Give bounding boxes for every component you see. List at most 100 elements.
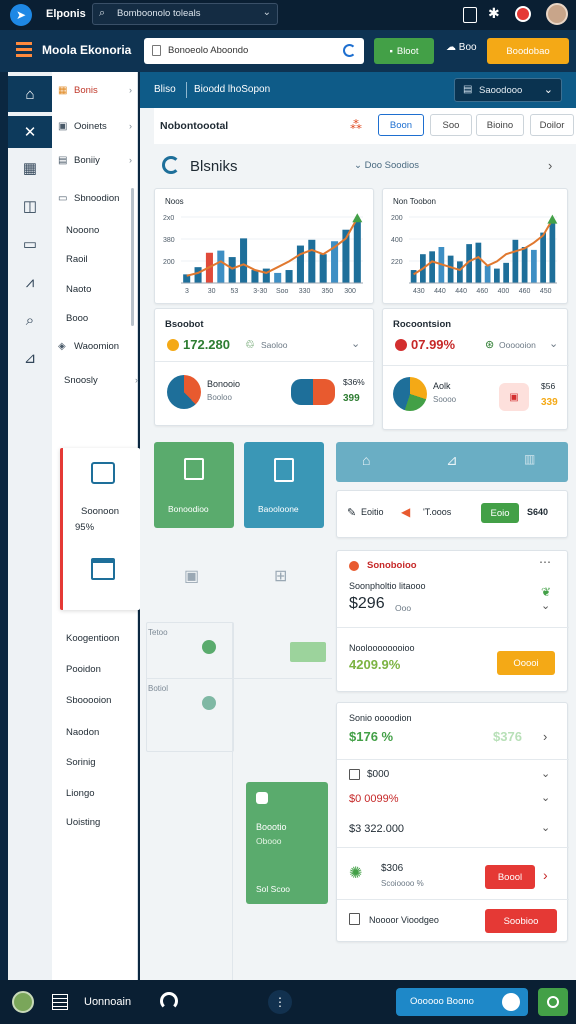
stat-card-right: Rocoontsion 07.99% ⊛ Oooooion ⌄ Aolk Soo… xyxy=(382,308,569,430)
chevron-right-icon[interactable]: › xyxy=(543,867,548,883)
sidebar-promo-card[interactable]: Soonoon 95% xyxy=(60,448,140,610)
more-vertical-icon[interactable]: ⋮ xyxy=(268,990,292,1014)
chevron-down-icon[interactable]: ⌄ xyxy=(541,791,550,804)
loader-icon xyxy=(162,156,180,174)
tab-action-label: Eoio xyxy=(490,507,510,519)
panel1-title: Sonoboioo xyxy=(367,560,417,571)
sidebar-footer-item[interactable]: Uoisting xyxy=(66,812,144,832)
header-green-button[interactable]: ▪ Bloot xyxy=(374,38,434,64)
file-icon xyxy=(152,45,161,56)
user-avatar[interactable] xyxy=(12,991,34,1013)
sidebar-footer-item[interactable]: Liongo xyxy=(66,783,144,803)
check-circle-icon[interactable] xyxy=(538,988,568,1016)
filter-chip[interactable]: Soo xyxy=(430,114,472,136)
info-icon[interactable] xyxy=(202,696,216,710)
header-cloud-label[interactable]: ☁ Boo xyxy=(446,42,477,53)
filter-chip-active[interactable]: Boon xyxy=(378,114,424,136)
tile-blue[interactable]: Baooloone xyxy=(244,442,324,528)
refresh-icon[interactable] xyxy=(343,44,356,57)
trend-arrow xyxy=(352,213,363,223)
sidebar-footer-item[interactable]: Pooidon xyxy=(66,659,144,679)
menu-icon[interactable] xyxy=(16,42,32,58)
home-icon[interactable]: ⌂ xyxy=(8,76,52,112)
panel1-button[interactable]: Ooooi xyxy=(497,651,555,675)
sidebar-item-naoto[interactable]: Naoto xyxy=(66,279,144,299)
box-icon[interactable]: ◫ xyxy=(16,192,44,220)
breadcrumb-root[interactable]: Bliso xyxy=(154,84,176,95)
sidebar-item-waoomion[interactable]: ◈ Waoomion xyxy=(58,336,136,356)
list-tag-1: Tetoo xyxy=(148,628,168,637)
breadcrumb-current[interactable]: Bioodd lhoSopon xyxy=(194,84,270,95)
divider xyxy=(337,759,569,760)
top-search-input[interactable]: ⌕ Bomboonolo toleals ⌄ xyxy=(92,3,278,25)
view-select[interactable]: ▤ Saoodooo ⌄ xyxy=(454,78,562,102)
x-tick-label: 440 xyxy=(455,288,467,295)
search-icon[interactable]: ⌕ xyxy=(16,306,44,334)
panel1-amount-tag: Ooo xyxy=(395,603,412,613)
chevron-down-icon[interactable]: ⌄ xyxy=(351,337,360,350)
chevron-right-icon[interactable]: › xyxy=(543,729,547,744)
filter-chip[interactable]: Doilor xyxy=(530,114,574,136)
sidebar-item-label: Nooono xyxy=(66,224,100,236)
chart-icon[interactable]: ⩘ xyxy=(16,268,44,296)
settings-icon[interactable] xyxy=(160,992,178,1010)
sidebar-item-snoosly[interactable]: Snoosly › xyxy=(64,370,142,390)
tab-label-2[interactable]: 'T.ooos xyxy=(423,507,451,517)
table-icon[interactable] xyxy=(52,994,68,1010)
sidebar-footer-item[interactable]: Sbooooion xyxy=(66,690,144,710)
tab-label-1[interactable]: Eoitio xyxy=(361,507,384,517)
panel2-row5-button[interactable]: Soobioo xyxy=(485,909,557,933)
chevron-down-icon[interactable]: ⌄ xyxy=(541,599,550,612)
sidebar-item-bonis[interactable]: ▦ Bonis › xyxy=(58,80,136,100)
sidebar-item-sbnoodion[interactable]: ▭ Sbnoodion xyxy=(58,188,136,208)
sidebar-footer-item[interactable]: Naodon xyxy=(66,722,144,742)
record-icon[interactable] xyxy=(515,6,531,22)
sidebar-item-nooono[interactable]: Nooono xyxy=(66,220,144,240)
bottom-action-button[interactable]: Oooooo Boono xyxy=(396,988,528,1016)
toggle-pill-left[interactable] xyxy=(291,379,335,405)
check-icon[interactable] xyxy=(202,640,216,654)
chevron-down-icon[interactable]: ⌄ xyxy=(541,767,550,780)
chart-bar xyxy=(531,249,537,283)
more-icon[interactable]: ⋯ xyxy=(539,555,551,569)
header-search-input[interactable]: Bonoeolo Aboondo xyxy=(144,38,364,64)
green-summary-card[interactable]: Boootio Obooo Sol Scoo xyxy=(246,782,328,904)
app-logo-icon[interactable]: ➤ xyxy=(10,4,32,26)
sidebar-item-boniiy[interactable]: ▤ Boniiy › xyxy=(58,150,136,170)
sidebar-footer-item[interactable]: Koogentioon xyxy=(66,628,144,648)
tab-action-button[interactable]: Eoio xyxy=(481,503,519,523)
user-avatar[interactable] xyxy=(546,3,568,25)
chart-bar xyxy=(251,270,259,283)
donut-chart-left xyxy=(167,375,201,409)
search-icon: ⌕ xyxy=(99,7,106,19)
chevron-right-icon: › xyxy=(135,375,138,385)
tile-wide[interactable]: ⌂ ⊿ ▥ xyxy=(336,442,568,482)
document-icon[interactable]: ▭ xyxy=(16,230,44,258)
sidebar-item-ooinets[interactable]: ▣ Ooinets › xyxy=(58,116,136,136)
coupon-badge[interactable]: ▣ xyxy=(499,383,529,411)
sidebar-footer-item[interactable]: Sorinig xyxy=(66,752,144,772)
chevron-right-icon[interactable]: › xyxy=(548,158,552,173)
puzzle-icon[interactable]: ✱ xyxy=(488,5,500,22)
row-highlight[interactable] xyxy=(290,642,326,662)
panel2-row4-button[interactable]: Boool xyxy=(485,865,535,889)
x-tick-label: 300 xyxy=(344,288,356,295)
shuffle-icon[interactable]: ✕ xyxy=(8,116,52,148)
section-link[interactable]: ⌄ Doo Soodios xyxy=(354,160,419,171)
filter-chip[interactable]: Bioino xyxy=(476,114,524,136)
analytics-icon[interactable]: ⊿ xyxy=(16,344,44,372)
folder-icon: ▭ xyxy=(58,192,68,204)
dashboard-icon: ▦ xyxy=(58,84,68,96)
grid-icon[interactable]: ▦ xyxy=(16,154,44,182)
clipboard-icon[interactable] xyxy=(463,7,477,23)
sidebar: ▦ Bonis › ▣ Ooinets › ▤ Boniiy › ▭ Sbnoo… xyxy=(52,72,140,980)
dots-icon[interactable]: ⁂ xyxy=(350,118,362,132)
stat-card-left: Bsoobot 172.280 ♲ Saoloo ⌄ Bonooio Boolo… xyxy=(154,308,375,426)
tile-green[interactable]: Bonoodioo xyxy=(154,442,234,528)
panel2-row5-button-label: Soobioo xyxy=(503,915,539,927)
chevron-down-icon[interactable]: ⌄ xyxy=(549,337,558,350)
sidebar-item-raoil[interactable]: Raoil xyxy=(66,249,144,269)
chevron-down-icon[interactable]: ⌄ xyxy=(541,821,550,834)
header-orange-button[interactable]: Boodobao xyxy=(487,38,569,64)
sidebar-item-booo[interactable]: Booo xyxy=(66,308,144,328)
